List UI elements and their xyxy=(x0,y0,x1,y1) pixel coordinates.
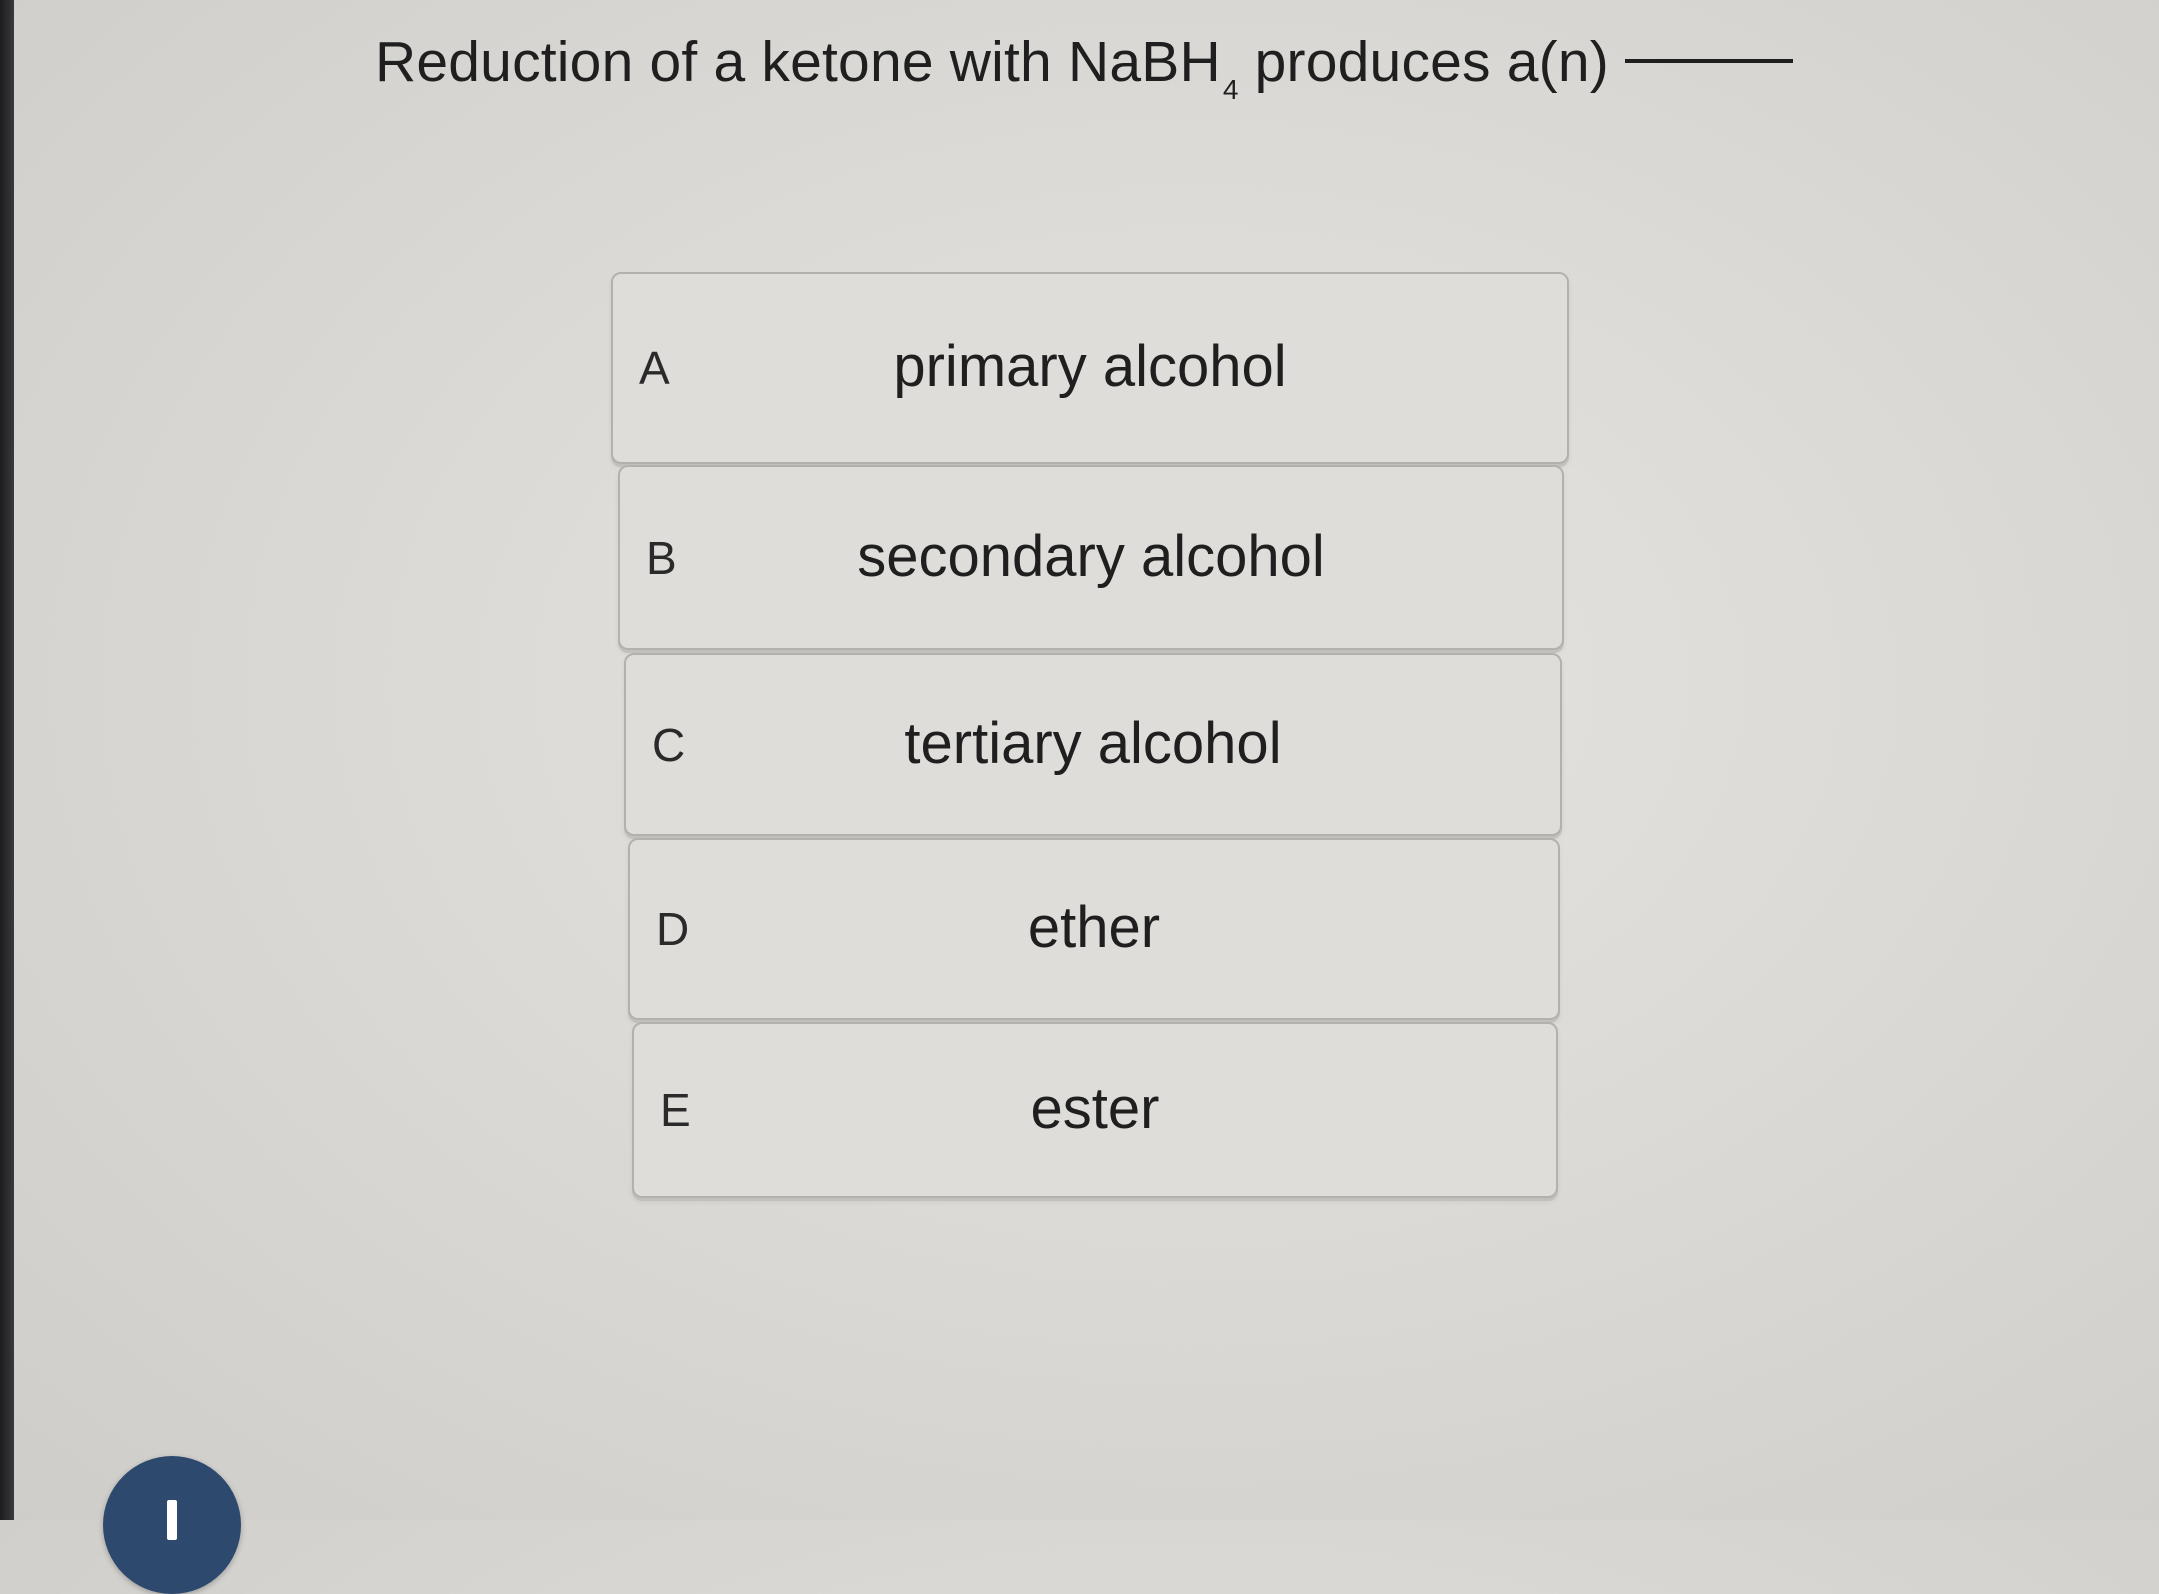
choice-c-button[interactable]: C tertiary alcohol xyxy=(624,653,1562,836)
choice-c-text: tertiary alcohol xyxy=(904,710,1282,776)
choice-d-text: ether xyxy=(1027,895,1161,961)
choice-e-text: ester xyxy=(1030,1076,1160,1142)
choice-e-button[interactable]: E ester xyxy=(632,1022,1558,1198)
plus-icon xyxy=(167,1500,177,1540)
choice-b-button[interactable]: B secondary alcohol xyxy=(618,465,1564,650)
choice-a-text: primary alcohol xyxy=(893,334,1287,400)
answer-choices: A primary alcohol B secondary alcohol C … xyxy=(0,0,2159,1520)
choice-a-button[interactable]: A primary alcohol xyxy=(611,272,1569,464)
add-button[interactable] xyxy=(103,1456,241,1594)
choice-d-button[interactable]: D ether xyxy=(628,838,1560,1020)
choice-b-text: secondary alcohol xyxy=(857,523,1325,589)
